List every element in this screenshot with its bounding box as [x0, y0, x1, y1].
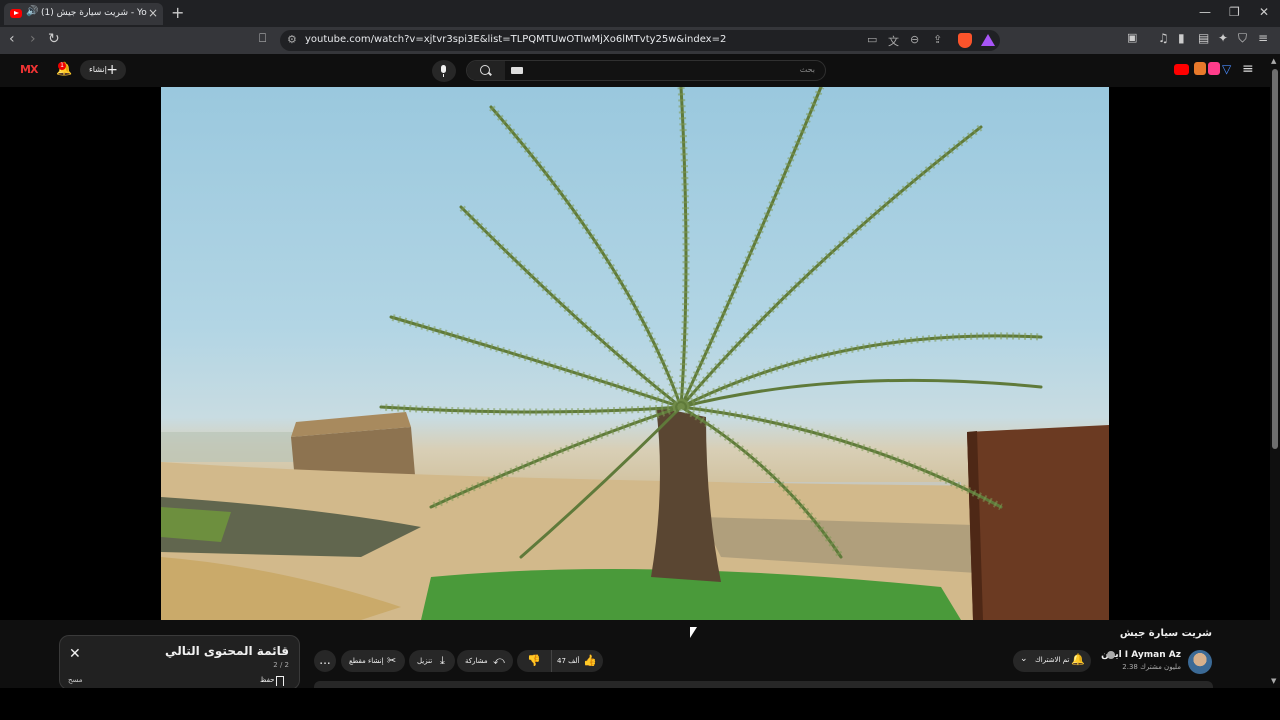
brave-shields-icon[interactable] — [958, 33, 972, 48]
navigation-bar: ‹ › ↻ ⎕ ⚙ youtube.com/watch?v=xjtvr3spi3… — [0, 27, 1280, 54]
playlist-panel: ✕ قائمة المحتوى التالي 2 / 2 مسح حفظ — [59, 635, 300, 690]
cast-icon[interactable]: ▭ — [867, 33, 877, 46]
playlist-position: 2 / 2 — [273, 661, 289, 669]
speaker-icon[interactable]: 🔊 — [26, 6, 38, 17]
minimize-icon[interactable]: — — [1199, 5, 1211, 19]
page-scrollbar[interactable]: ▲ ▼ — [1270, 55, 1280, 688]
wallet-icon[interactable]: ▤ — [1198, 31, 1209, 45]
chevron-down-icon: ⌄ — [1020, 654, 1028, 664]
youtube-extension-icon[interactable] — [1174, 64, 1189, 75]
window-close-icon[interactable]: ✕ — [1259, 5, 1269, 19]
scissors-icon: ✂ — [387, 654, 397, 667]
subscribed-button[interactable]: ⌄ تم الاشتراك 🔔 — [1013, 650, 1091, 672]
reload-icon[interactable]: ↻ — [48, 31, 60, 47]
create-label: إنشاء — [89, 65, 107, 74]
video-frame[interactable] — [161, 87, 1109, 620]
forward-arrow-icon[interactable]: › — [30, 31, 36, 47]
scroll-up-icon[interactable]: ▲ — [1271, 57, 1276, 65]
page-bottom — [0, 688, 1280, 720]
channel-avatar[interactable] — [1188, 650, 1212, 674]
palm-tree-scene — [161, 87, 1109, 620]
playlist-title: قائمة المحتوى التالي — [165, 644, 289, 658]
leo-ai-icon[interactable]: ✦ — [1218, 31, 1228, 45]
video-title: شريت سيارة جيش — [1119, 628, 1212, 639]
url-text[interactable]: youtube.com/watch?v=xjtvr3spi3E&list=TLP… — [305, 34, 726, 45]
playlist-save-button[interactable]: حفظ — [260, 676, 275, 684]
notification-bell-icon: 🔔 — [1071, 653, 1085, 666]
mouse-cursor-icon — [690, 627, 697, 638]
browser-menu-icon[interactable]: ≡ — [1258, 31, 1268, 45]
back-arrow-icon[interactable]: ‹ — [9, 31, 15, 47]
search-icon[interactable] — [467, 61, 505, 80]
like-icon[interactable]: 👍 — [583, 650, 597, 672]
site-info-icon[interactable]: ⚙ — [287, 33, 297, 46]
channel-logo-icon[interactable]: MX — [20, 63, 38, 76]
media-icon[interactable]: ♫ — [1158, 31, 1169, 45]
keyboard-icon[interactable] — [511, 67, 523, 74]
youtube-header: MX 🔔 1 إنشاء + بحث ▽ ≡ — [0, 54, 1280, 87]
plus-icon: + — [106, 62, 118, 78]
youtube-favicon-icon — [10, 9, 22, 18]
download-icon: ⤓ — [440, 654, 445, 667]
voice-search-icon[interactable] — [432, 60, 456, 82]
screenshot-icon[interactable]: ▣ — [1127, 31, 1137, 44]
extension-icon[interactable] — [1194, 62, 1206, 75]
zoom-icon[interactable]: ⊖ — [910, 33, 919, 46]
download-label: تنزيل — [417, 657, 433, 665]
search-bar[interactable]: بحث — [466, 60, 826, 81]
guide-menu-icon[interactable]: ≡ — [1242, 61, 1254, 77]
playlist-clear-button[interactable]: مسح — [68, 676, 83, 684]
dislike-icon[interactable]: 👎 — [527, 650, 541, 672]
verified-icon — [1107, 651, 1115, 659]
share-page-icon[interactable]: ⇪ — [933, 33, 942, 46]
tab-close-icon[interactable]: × — [148, 6, 158, 20]
tab-title: (1) شريت سيارة جيش - YouTube — [41, 8, 147, 18]
extension-puzzle-icon[interactable] — [1208, 62, 1220, 75]
more-actions-button[interactable]: ... — [314, 650, 336, 672]
send-icon[interactable]: ▽ — [1222, 62, 1231, 76]
share-icon: ⤺ — [493, 654, 505, 667]
address-bar[interactable]: ⚙ youtube.com/watch?v=xjtvr3spi3E&list=T… — [280, 30, 1000, 51]
tab-strip: 🔊 (1) شريت سيارة جيش - YouTube × + — ❐ ✕ — [0, 0, 1280, 27]
browser-tab[interactable]: 🔊 (1) شريت سيارة جيش - YouTube × — [4, 3, 163, 25]
bookmark-icon[interactable] — [276, 676, 284, 686]
new-tab-button[interactable]: + — [171, 3, 184, 22]
divider — [551, 650, 552, 672]
translate-icon[interactable]: 文 — [888, 33, 899, 49]
clip-label: إنشاء مقطع — [349, 657, 384, 665]
bookmark-icon[interactable]: ⎕ — [259, 31, 266, 46]
notification-badge: 1 — [58, 62, 66, 70]
subscribed-label: تم الاشتراك — [1035, 656, 1070, 664]
close-icon[interactable]: ✕ — [69, 646, 81, 662]
download-button[interactable]: تنزيل ⤓ — [409, 650, 455, 672]
restore-icon[interactable]: ❐ — [1229, 5, 1240, 19]
scrollbar-thumb[interactable] — [1272, 69, 1278, 449]
like-count[interactable]: 47 ألف — [557, 650, 579, 672]
share-button[interactable]: مشاركة ⤺ — [457, 650, 513, 672]
search-placeholder: بحث — [799, 65, 815, 74]
video-player-area[interactable] — [0, 87, 1280, 620]
sidebar-icon[interactable]: ▮ — [1178, 31, 1185, 45]
brave-rewards-icon[interactable] — [981, 34, 995, 46]
subscriber-count: 2.38 مليون مشترك — [1122, 663, 1181, 671]
create-button[interactable]: إنشاء + — [80, 60, 126, 80]
vpn-shield-icon[interactable]: ⛉ — [1238, 31, 1247, 46]
clip-button[interactable]: إنشاء مقطع ✂ — [341, 650, 405, 672]
like-dislike-group: 👎 47 ألف 👍 — [517, 650, 603, 672]
scroll-down-icon[interactable]: ▼ — [1271, 677, 1276, 685]
share-label: مشاركة — [465, 657, 488, 665]
